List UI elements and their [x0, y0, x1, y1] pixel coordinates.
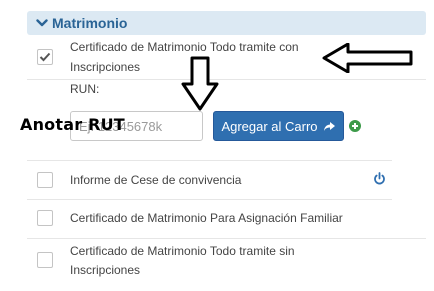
plus-circle-icon[interactable]: [349, 120, 361, 132]
list-item: Certificado de Matrimonio Todo tramite s…: [27, 239, 426, 283]
section-title: Matrimonio: [52, 15, 128, 31]
item-label: Certificado de Matrimonio Todo tramite c…: [70, 40, 299, 54]
item-label: Informe de Cese de convivencia: [70, 173, 242, 187]
arrow-left-annotation: [322, 43, 413, 73]
item-checkbox[interactable]: [37, 172, 53, 188]
item-checkbox[interactable]: [37, 252, 53, 268]
item-label: Certificado de Matrimonio Para Asignació…: [70, 211, 343, 225]
annotation-text: Anotar RUT: [20, 115, 125, 134]
add-to-cart-label: Agregar al Carro: [221, 118, 318, 134]
item-label-line2: Inscripciones: [70, 263, 141, 277]
add-to-cart-button[interactable]: Agregar al Carro: [213, 111, 344, 141]
arrow-down-annotation: [181, 56, 219, 111]
list-item: Certificado de Matrimonio Para Asignació…: [27, 199, 426, 239]
power-icon[interactable]: [373, 172, 386, 185]
item-checkbox[interactable]: [37, 49, 53, 65]
item-label-line2: Inscripciones: [70, 60, 141, 74]
chevron-down-icon: [36, 19, 48, 27]
item-checkbox[interactable]: [37, 210, 53, 226]
item-label: Certificado de Matrimonio Todo tramite s…: [70, 244, 295, 258]
share-arrow-icon: [323, 121, 335, 131]
section-header-matrimonio[interactable]: Matrimonio: [27, 11, 426, 35]
checkmark-icon: [39, 52, 51, 62]
run-label: RUN:: [70, 82, 100, 96]
list-item: Informe de Cese de convivencia: [27, 160, 392, 200]
